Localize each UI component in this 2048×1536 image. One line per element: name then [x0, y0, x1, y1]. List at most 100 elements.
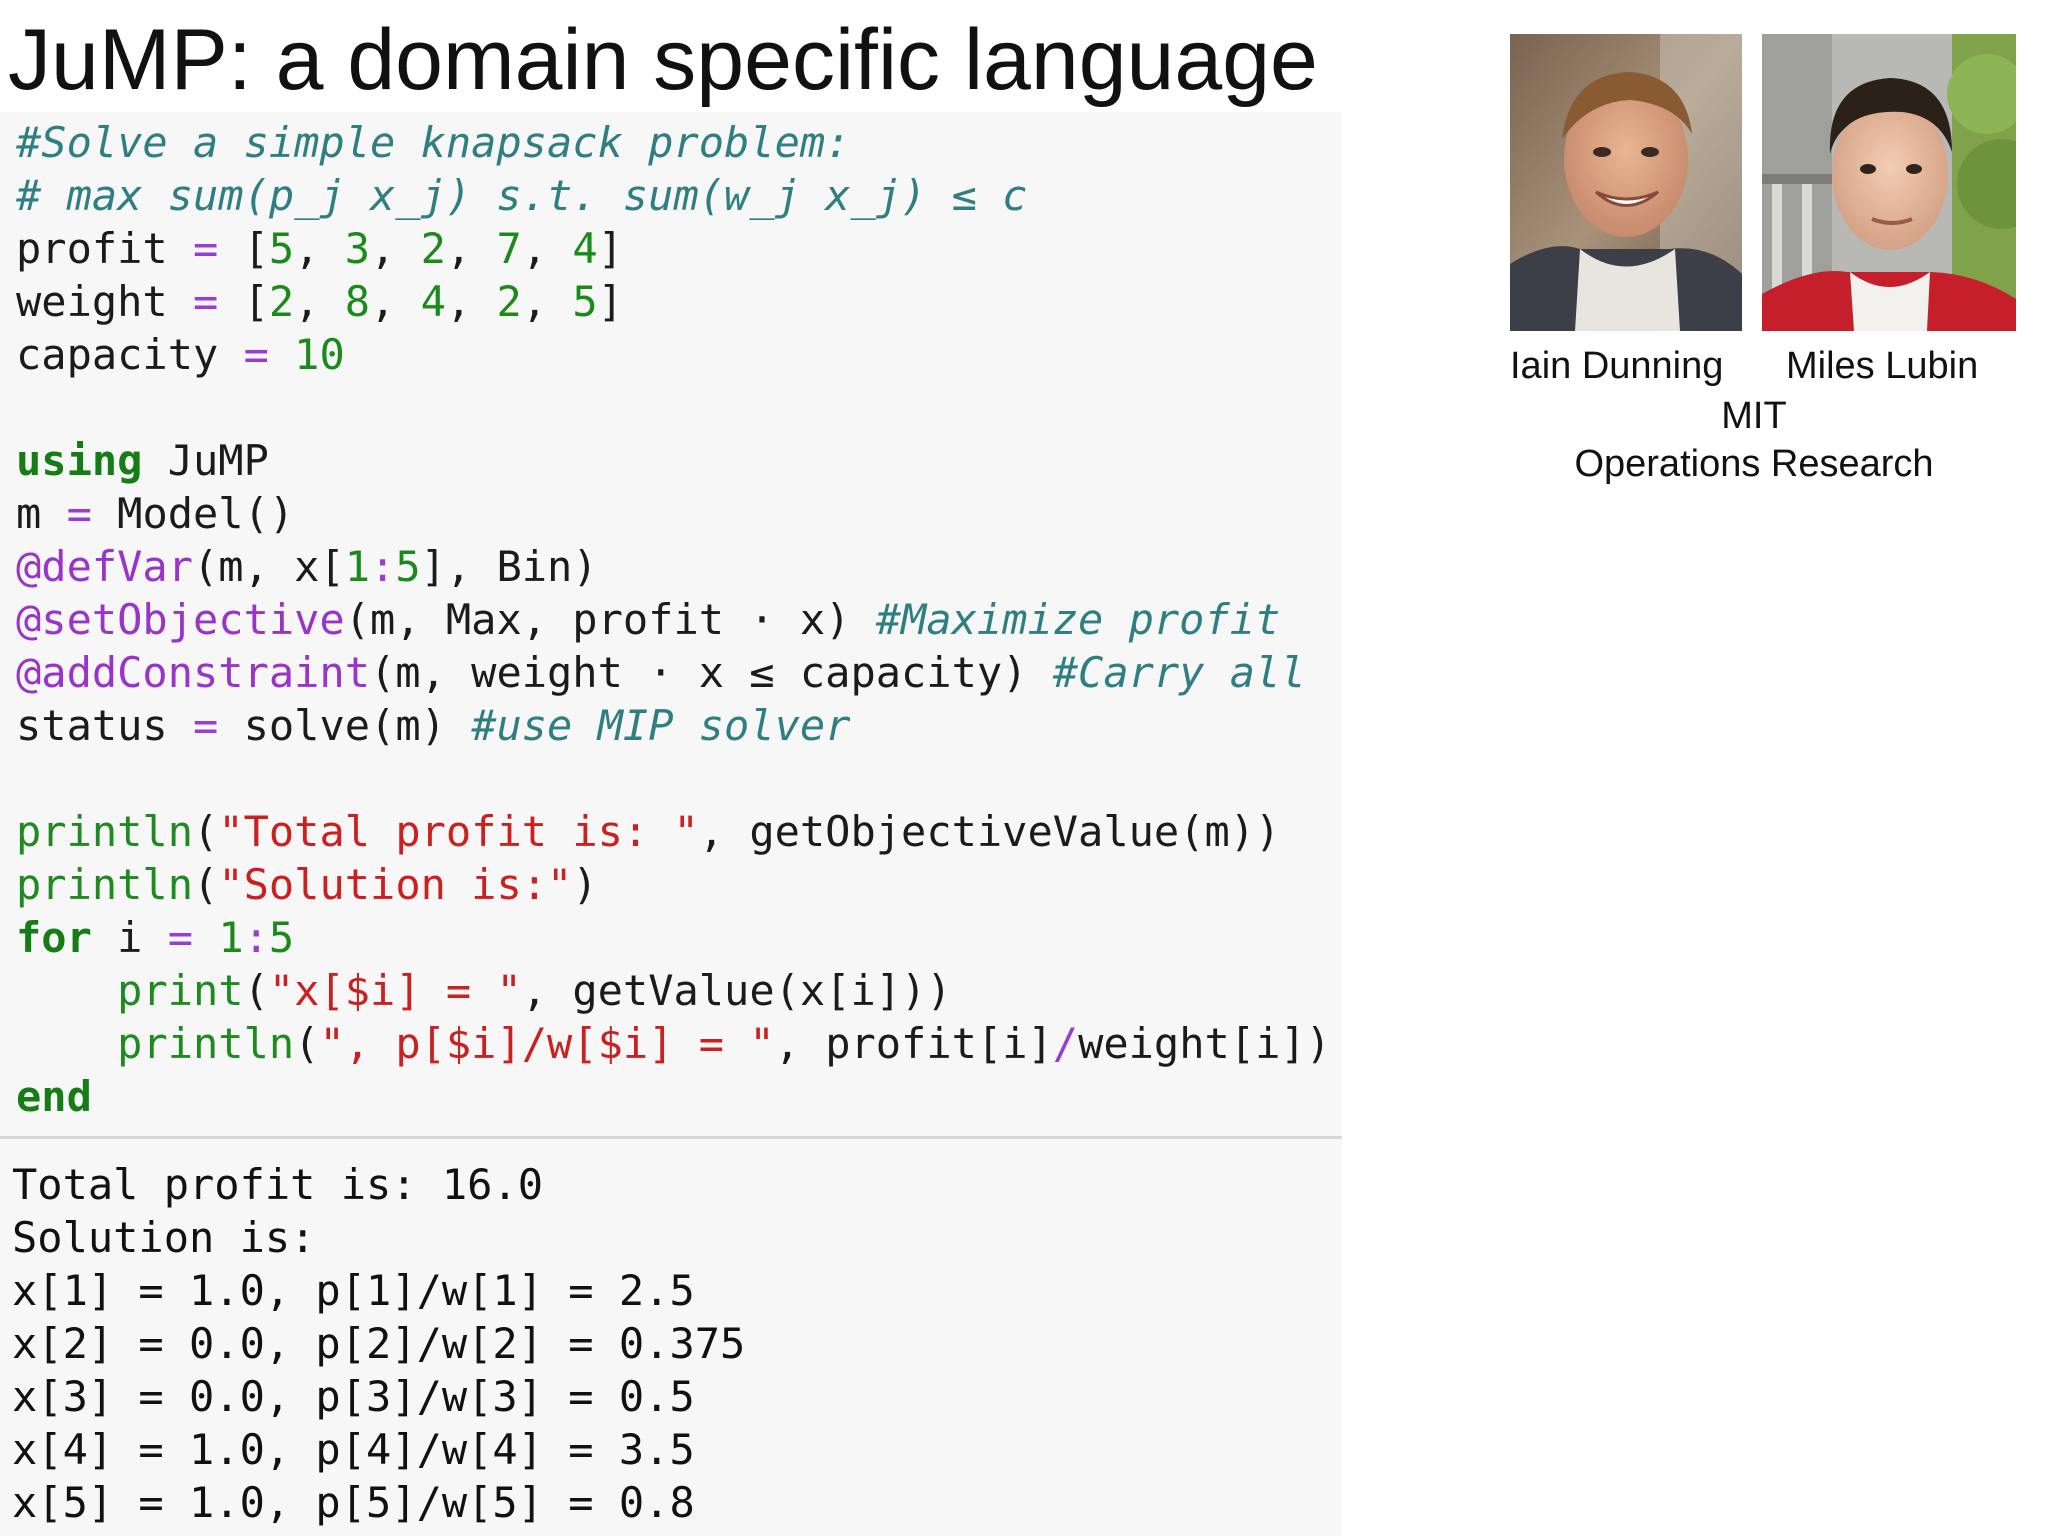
- code-line: end: [16, 1070, 92, 1123]
- code-line: # max sum(p_j x_j) s.t. sum(w_j x_j) ≤ c: [16, 169, 1027, 222]
- code-token: profit: [16, 224, 194, 273]
- code-token: ]: [597, 224, 623, 273]
- code-token: 5: [268, 913, 295, 962]
- iain-portrait-image: [1510, 34, 1742, 331]
- code-token: 1: [344, 542, 371, 591]
- code-token: m: [16, 489, 67, 538]
- code-token: solve(m): [218, 701, 472, 750]
- code-token: 5: [572, 277, 598, 326]
- code-line: capacity = 10: [16, 328, 345, 381]
- code-token: 7: [496, 224, 522, 273]
- code-line: #Solve a simple knapsack problem:: [16, 116, 850, 169]
- code-token: end: [16, 1072, 92, 1121]
- caption-department: Operations Research: [1574, 443, 1934, 485]
- code-line: profit = [5, 3, 2, 7, 4]: [16, 222, 623, 275]
- code-token: 2: [496, 277, 522, 326]
- code-token: (m, x[: [193, 542, 345, 591]
- code-token: 2: [268, 277, 295, 326]
- code-token: (: [294, 1019, 320, 1068]
- code-token: # max sum(p_j x_j) s.t. sum(w_j x_j) ≤ c: [16, 171, 1028, 220]
- code-token: 2: [420, 224, 446, 273]
- code-token: "Total profit is: ": [218, 807, 699, 856]
- code-token: using: [16, 436, 143, 485]
- code-token: println: [117, 1019, 295, 1068]
- code-line: println(", p[$i]/w[$i] = ", profit[i]/we…: [16, 1017, 1331, 1070]
- code-token: ], Bin): [420, 542, 598, 591]
- code-line: println("Total profit is: ", getObjectiv…: [16, 805, 1280, 858]
- code-editor: #Solve a simple knapsack problem: # max s…: [0, 112, 1342, 1139]
- code-token: /: [1052, 1019, 1079, 1068]
- miles-portrait-image: [1762, 34, 2016, 331]
- caption-miles-lubin: Miles Lubin: [1786, 345, 1979, 387]
- output-line: Total profit is: 16.0: [12, 1160, 544, 1209]
- code-token: 5: [268, 224, 295, 273]
- output-line: Solution is:: [12, 1213, 316, 1262]
- code-token: :: [370, 542, 396, 591]
- code-token: , getObjectiveValue(m)): [698, 807, 1281, 856]
- code-line: for i = 1:5: [16, 911, 294, 964]
- code-token: 3: [344, 224, 371, 273]
- code-token: , profit[i]: [774, 1019, 1053, 1068]
- code-token: ,: [521, 224, 573, 273]
- code-token: ): [572, 860, 598, 909]
- code-token: capacity: [16, 330, 244, 379]
- code-token: 8: [344, 277, 371, 326]
- code-token: (m, weight · x ≤ capacity): [370, 648, 1053, 697]
- code-line: print("x[$i] = ", getValue(x[i])): [16, 964, 952, 1017]
- code-token: , getValue(x[i])): [521, 966, 952, 1015]
- code-token: ,: [370, 224, 421, 273]
- code-token: [: [218, 277, 269, 326]
- code-token: :: [243, 913, 269, 962]
- code-token: ]: [597, 277, 623, 326]
- code-token: println: [16, 807, 194, 856]
- code-line: using JuMP: [16, 434, 269, 487]
- code-token: =: [243, 330, 269, 379]
- code-token: "x[$i] = ": [268, 966, 522, 1015]
- code-token: @defVar: [16, 542, 194, 591]
- caption-institution: MIT: [1721, 395, 1787, 437]
- code-token: #use MIP solver: [471, 701, 851, 750]
- code-token: @setObjective: [16, 595, 345, 644]
- code-token: i: [91, 913, 168, 962]
- code-line: println("Solution is:"): [16, 858, 598, 911]
- output-line: x[1] = 1.0, p[1]/w[1] = 2.5: [12, 1266, 695, 1315]
- code-token: Model(): [91, 489, 295, 538]
- output-line: x[4] = 1.0, p[4]/w[4] = 3.5: [12, 1425, 695, 1474]
- code-line: weight = [2, 8, 4, 2, 5]: [16, 275, 623, 328]
- code-token: ,: [294, 224, 345, 273]
- code-line: @addConstraint(m, weight · x ≤ capacity)…: [16, 646, 1306, 699]
- code-token: ,: [370, 277, 421, 326]
- code-token: JuMP: [142, 436, 269, 485]
- code-token: #Maximize profit: [875, 595, 1281, 644]
- output-line: x[2] = 0.0, p[2]/w[2] = 0.375: [12, 1319, 746, 1368]
- output-line: x[5] = 1.0, p[5]/w[5] = 0.8: [12, 1478, 695, 1527]
- code-token: #Carry all: [1052, 648, 1306, 697]
- code-token: weight[i]): [1078, 1019, 1331, 1068]
- code-token: print: [117, 966, 244, 1015]
- code-token: for: [16, 913, 92, 962]
- code-token: =: [193, 277, 219, 326]
- code-line: m = Model(): [16, 487, 294, 540]
- code-token: "Solution is:": [218, 860, 573, 909]
- portrait-photo-miles: [1762, 34, 2016, 331]
- code-token: ,: [294, 277, 345, 326]
- code-token: ,: [445, 277, 497, 326]
- code-token: =: [193, 224, 219, 273]
- code-token: (: [193, 807, 219, 856]
- code-token: (: [193, 860, 219, 909]
- portrait-photo-iain: [1510, 34, 1742, 331]
- code-token: =: [66, 489, 92, 538]
- code-token: status: [16, 701, 194, 750]
- code-token: 4: [572, 224, 598, 273]
- code-token: (: [243, 966, 269, 1015]
- code-token: 10: [294, 330, 345, 379]
- code-token: 1: [218, 913, 244, 962]
- output-line: x[3] = 0.0, p[3]/w[3] = 0.5: [12, 1372, 695, 1421]
- code-token: ,: [521, 277, 573, 326]
- code-token: 5: [395, 542, 421, 591]
- code-token: 4: [420, 277, 446, 326]
